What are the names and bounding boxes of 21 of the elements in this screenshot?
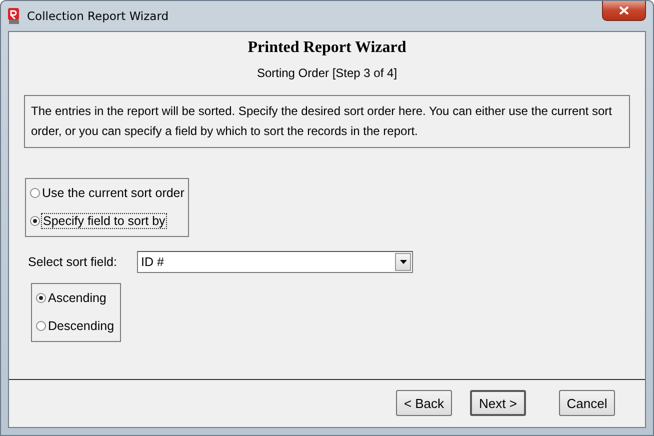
app-icon (7, 8, 21, 24)
wizard-title: Printed Report Wizard (248, 39, 406, 57)
step-subtitle: Sorting Order [Step 3 of 4] (256, 66, 398, 80)
window-title: Collection Report Wizard (27, 9, 169, 23)
radio-button[interactable] (30, 188, 40, 198)
radio-button[interactable] (30, 216, 40, 226)
caret-icon (400, 260, 406, 264)
sort-field-dropdown[interactable]: ID # (137, 251, 413, 273)
radio-label[interactable]: Use the current sort order (42, 186, 184, 200)
radio-label[interactable]: Descending (48, 319, 114, 333)
wizard-button[interactable]: Next > (470, 390, 526, 416)
field-label: Select sort field: (28, 255, 118, 269)
wizard-button[interactable]: < Back (396, 390, 452, 416)
wizard-button[interactable]: Cancel (559, 390, 615, 416)
radio-label[interactable]: Specify field to sort by (42, 214, 166, 228)
radio-button[interactable] (36, 293, 46, 303)
close-button[interactable] (602, 1, 646, 21)
radio-label[interactable]: Ascending (48, 291, 106, 305)
close-icon (619, 6, 629, 15)
radio-button[interactable] (36, 321, 46, 331)
description-text: The entries in the report will be sorted. Specify the desired sort order here. You can either use the current sort order, or you can specify a field by which to sort the records in the report. (24, 95, 630, 148)
